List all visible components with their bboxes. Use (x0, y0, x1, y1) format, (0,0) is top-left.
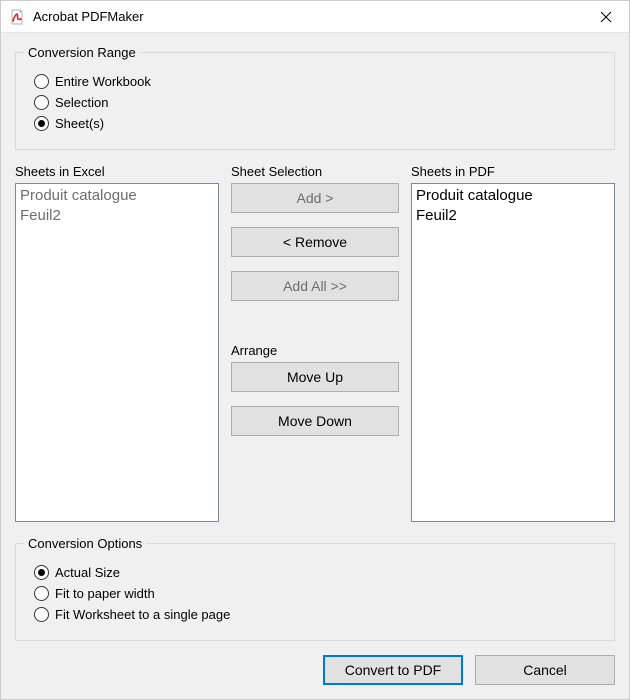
conversion-range-group: Conversion Range Entire Workbook Selecti… (15, 45, 615, 150)
remove-button[interactable]: < Remove (231, 227, 399, 257)
arrange-legend: Arrange (231, 343, 399, 358)
conversion-options-legend: Conversion Options (24, 536, 146, 551)
convert-button[interactable]: Convert to PDF (323, 655, 463, 685)
radio-label: Fit Worksheet to a single page (55, 607, 230, 622)
sheets-in-pdf-listbox[interactable]: Produit catalogue Feuil2 (411, 183, 615, 522)
sheets-in-excel-listbox[interactable]: Produit catalogue Feuil2 (15, 183, 219, 522)
list-item[interactable]: Feuil2 (20, 206, 214, 226)
pdfmaker-dialog: Acrobat PDFMaker Conversion Range Entire… (0, 0, 630, 700)
excel-list-column: Sheets in Excel Produit catalogue Feuil2 (15, 164, 219, 522)
list-item[interactable]: Produit catalogue (20, 186, 214, 206)
radio-icon (34, 74, 49, 89)
radio-label: Entire Workbook (55, 74, 151, 89)
transfer-controls: Sheet Selection Add > < Remove Add All >… (231, 164, 399, 522)
radio-icon (34, 586, 49, 601)
radio-fit-width[interactable]: Fit to paper width (34, 586, 602, 601)
cancel-button[interactable]: Cancel (475, 655, 615, 685)
titlebar: Acrobat PDFMaker (1, 1, 629, 33)
pdf-list-column: Sheets in PDF Produit catalogue Feuil2 (411, 164, 615, 522)
close-button[interactable] (583, 1, 629, 33)
radio-icon (34, 607, 49, 622)
radio-label: Actual Size (55, 565, 120, 580)
list-item[interactable]: Produit catalogue (416, 186, 610, 206)
radio-label: Sheet(s) (55, 116, 104, 131)
conversion-options-group: Conversion Options Actual Size Fit to pa… (15, 536, 615, 641)
radio-icon (34, 116, 49, 131)
pdf-list-label: Sheets in PDF (411, 164, 615, 179)
radio-label: Selection (55, 95, 108, 110)
footer-buttons: Convert to PDF Cancel (15, 655, 615, 685)
sheet-selection-legend: Sheet Selection (231, 164, 399, 179)
radio-sheets[interactable]: Sheet(s) (34, 116, 602, 131)
sheet-transfer-panel: Sheets in Excel Produit catalogue Feuil2… (15, 164, 615, 522)
acrobat-icon (9, 9, 25, 25)
radio-fit-page[interactable]: Fit Worksheet to a single page (34, 607, 602, 622)
add-button[interactable]: Add > (231, 183, 399, 213)
radio-icon (34, 95, 49, 110)
radio-icon (34, 565, 49, 580)
radio-label: Fit to paper width (55, 586, 155, 601)
conversion-range-legend: Conversion Range (24, 45, 140, 60)
list-item[interactable]: Feuil2 (416, 206, 610, 226)
move-down-button[interactable]: Move Down (231, 406, 399, 436)
window-title: Acrobat PDFMaker (33, 9, 583, 24)
move-up-button[interactable]: Move Up (231, 362, 399, 392)
radio-selection[interactable]: Selection (34, 95, 602, 110)
radio-entire-workbook[interactable]: Entire Workbook (34, 74, 602, 89)
radio-actual-size[interactable]: Actual Size (34, 565, 602, 580)
add-all-button[interactable]: Add All >> (231, 271, 399, 301)
dialog-content: Conversion Range Entire Workbook Selecti… (1, 33, 629, 699)
excel-list-label: Sheets in Excel (15, 164, 219, 179)
